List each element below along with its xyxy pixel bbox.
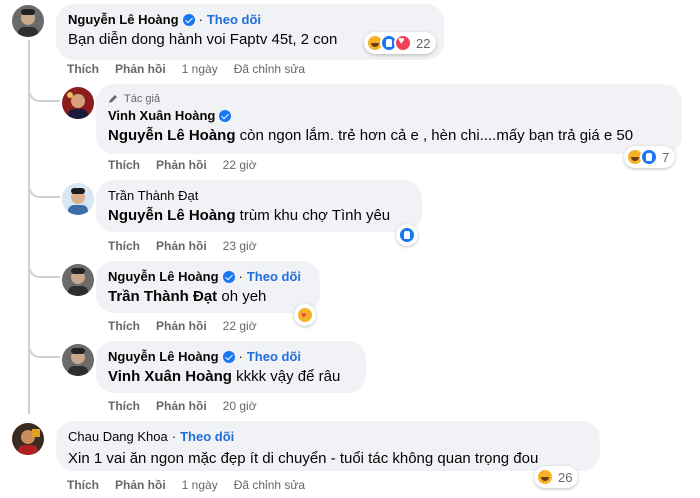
follow-button[interactable]: Theo dõi (247, 349, 301, 365)
author-name[interactable]: Nguyễn Lê Hoàng (108, 269, 219, 285)
author-name[interactable]: Chau Dang Khoa (68, 429, 168, 445)
follow-button[interactable]: Theo dõi (247, 269, 301, 285)
author-name[interactable]: Trần Thành Đạt (108, 188, 198, 204)
reply-button[interactable]: Phản hồi (156, 238, 207, 254)
like-button[interactable]: Thích (108, 318, 140, 334)
haha-icon (536, 468, 554, 486)
timestamp[interactable]: 23 giờ (223, 238, 257, 254)
comment-text: Vinh Xuân Hoàng kkkk vậy để râu (108, 367, 354, 387)
reply-button[interactable]: Phản hồi (115, 477, 166, 493)
verified-icon (222, 271, 235, 283)
author-row: Nguyễn Lê Hoàng · Theo dõi (108, 269, 308, 285)
love-icon (394, 34, 412, 52)
timestamp[interactable]: 1 ngày (182, 61, 218, 77)
thread-branch (28, 82, 60, 102)
care-icon (296, 306, 314, 324)
reaction-count: 22 (416, 35, 431, 51)
author-row: Chau Dang Khoa · Theo dõi (68, 429, 588, 445)
reply-button[interactable]: Phản hồi (156, 398, 207, 414)
comment-body: còn ngon lắm. trẻ hơn cả e , hèn chi....… (235, 127, 634, 144)
reply-button[interactable]: Phản hồi (156, 318, 207, 334)
like-button[interactable]: Thích (108, 398, 140, 414)
separator-dot: · (198, 12, 203, 27)
separator-dot: · (238, 349, 243, 364)
author-row: Vinh Xuân Hoàng (108, 108, 670, 124)
reaction-summary[interactable]: 26 (534, 466, 579, 488)
comment-body: oh yeh (217, 288, 267, 305)
like-button[interactable]: Thích (108, 157, 140, 173)
avatar[interactable] (12, 423, 44, 455)
comment-actions: Thích Phản hồi 20 giờ (108, 398, 273, 414)
comment-body: kkkk vậy để râu (231, 368, 341, 385)
pen-icon (109, 95, 117, 103)
reaction-summary[interactable] (294, 304, 316, 326)
reaction-summary[interactable]: 22 (364, 32, 437, 54)
separator-dot: · (238, 269, 243, 284)
author-name[interactable]: Nguyễn Lê Hoàng (108, 349, 219, 365)
reply-button[interactable]: Phản hồi (115, 61, 166, 77)
verified-icon (182, 14, 195, 26)
reply-button[interactable]: Phản hồi (156, 157, 207, 173)
follow-button[interactable]: Theo dõi (207, 12, 261, 28)
reaction-count: 26 (558, 469, 573, 485)
comment-bubble: Nguyễn Lê Hoàng · Theo dõi Trần Thành Đạ… (96, 261, 320, 313)
comment-bubble: Tác giả Vinh Xuân Hoàng Nguyễn Lê Hoàng … (96, 84, 682, 154)
comment-text: Nguyễn Lê Hoàng trùm khu chợ Tình yêu (108, 206, 410, 226)
separator-dot: · (171, 429, 177, 444)
mention-link[interactable]: Nguyễn Lê Hoàng (108, 127, 236, 144)
author-row: Trần Thành Đạt (108, 188, 410, 204)
timestamp[interactable]: 20 giờ (223, 398, 257, 414)
thread-branch (28, 258, 60, 278)
comment-bubble: Nguyễn Lê Hoàng · Theo dõi Vinh Xuân Hoà… (96, 341, 366, 393)
author-badge: Tác giả (108, 92, 670, 106)
thread-branch (28, 178, 60, 198)
timestamp[interactable]: 22 giờ (223, 157, 257, 173)
author-badge-label: Tác giả (124, 93, 161, 105)
author-row: Nguyễn Lê Hoàng · Theo dõi (108, 349, 354, 365)
comment-text: Xin 1 vai ăn ngon mặc đẹp ít di chuyển -… (68, 450, 539, 467)
comment-actions: Thích Phản hồi 22 giờ (108, 157, 273, 173)
edited-label[interactable]: Đã chỉnh sửa (234, 477, 305, 493)
avatar[interactable] (62, 183, 94, 215)
author-row: Nguyễn Lê Hoàng · Theo dõi (68, 12, 432, 28)
like-button[interactable]: Thích (67, 477, 99, 493)
reaction-summary[interactable]: 7 (624, 146, 676, 168)
author-name[interactable]: Vinh Xuân Hoàng (108, 108, 215, 124)
comment-actions: Thích Phản hồi 1 ngày Đã chỉnh sửa (67, 477, 321, 493)
comment-bubble: Trần Thành Đạt Nguyễn Lê Hoàng trùm khu … (96, 180, 422, 232)
comment-body: trùm khu chợ Tình yêu (235, 207, 391, 224)
comment-actions: Thích Phản hồi 1 ngày Đã chỉnh sửa (67, 61, 321, 77)
like-button[interactable]: Thích (67, 61, 99, 77)
follow-button[interactable]: Theo dõi (180, 429, 234, 445)
like-icon (640, 148, 658, 166)
mention-link[interactable]: Trần Thành Đạt (108, 288, 217, 305)
avatar[interactable] (62, 264, 94, 296)
mention-link[interactable]: Nguyễn Lê Hoàng (108, 207, 236, 224)
verified-icon (222, 351, 235, 363)
reaction-count: 7 (662, 149, 670, 165)
avatar[interactable] (62, 344, 94, 376)
avatar[interactable] (12, 5, 44, 37)
mention-link[interactable]: Vinh Xuân Hoàng (108, 368, 232, 385)
author-name[interactable]: Nguyễn Lê Hoàng (68, 12, 179, 28)
edited-label[interactable]: Đã chỉnh sửa (234, 61, 305, 77)
like-icon (398, 226, 416, 244)
avatar[interactable] (62, 87, 94, 119)
comment-bubble: Chau Dang Khoa · Theo dõi Xin 1 vai ăn n… (56, 421, 600, 471)
reaction-summary[interactable] (396, 224, 418, 246)
comment-actions: Thích Phản hồi 23 giờ (108, 238, 273, 254)
comment-text: Trần Thành Đạt oh yeh (108, 287, 308, 307)
comment-text: Nguyễn Lê Hoàng còn ngon lắm. trẻ hơn cả… (108, 126, 670, 146)
comment-actions: Thích Phản hồi 22 giờ (108, 318, 273, 334)
timestamp[interactable]: 22 giờ (223, 318, 257, 334)
like-button[interactable]: Thích (108, 238, 140, 254)
timestamp[interactable]: 1 ngày (182, 477, 218, 493)
thread-branch (28, 338, 60, 358)
verified-icon (219, 110, 232, 122)
